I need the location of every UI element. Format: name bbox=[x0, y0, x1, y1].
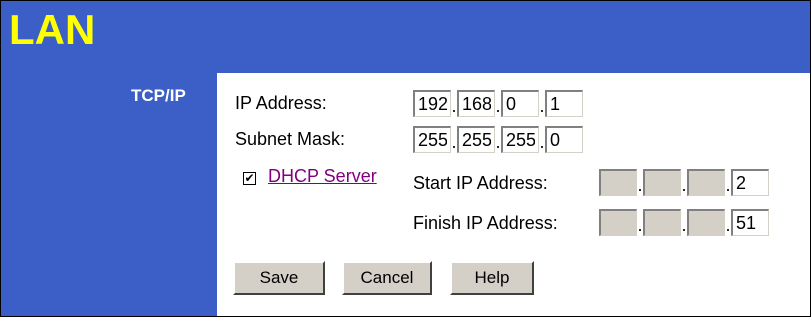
start-ip-octet-4[interactable] bbox=[731, 169, 769, 196]
mask-octet-2[interactable] bbox=[457, 126, 495, 153]
start-ip-label: Start IP Address: bbox=[413, 173, 548, 193]
dhcp-server-checkbox[interactable]: ✔ bbox=[243, 172, 256, 185]
finish-ip-octet-1 bbox=[599, 209, 637, 236]
finish-ip-octet-4[interactable] bbox=[731, 209, 769, 236]
section-label-tcpip: TCP/IP bbox=[131, 86, 186, 105]
finish-ip-label: Finish IP Address: bbox=[413, 213, 558, 233]
finish-ip-octet-3 bbox=[687, 209, 725, 236]
ip-address-label: IP Address: bbox=[235, 93, 327, 113]
ip-octet-3[interactable] bbox=[501, 90, 539, 117]
start-ip-octet-3 bbox=[687, 169, 725, 196]
ip-octet-2[interactable] bbox=[457, 90, 495, 117]
start-ip-octet-1 bbox=[599, 169, 637, 196]
mask-octet-4[interactable] bbox=[545, 126, 583, 153]
subnet-mask-field: . . . bbox=[413, 126, 583, 153]
mask-octet-1[interactable] bbox=[413, 126, 451, 153]
help-button[interactable]: Help bbox=[450, 261, 534, 295]
start-ip-field: . . . bbox=[599, 169, 769, 196]
finish-ip-octet-2 bbox=[643, 209, 681, 236]
dhcp-server-link[interactable]: DHCP Server bbox=[268, 166, 377, 187]
save-button[interactable]: Save bbox=[233, 261, 325, 295]
start-ip-octet-2 bbox=[643, 169, 681, 196]
subnet-mask-label: Subnet Mask: bbox=[235, 129, 346, 149]
finish-ip-field: . . . bbox=[599, 209, 769, 236]
cancel-button[interactable]: Cancel bbox=[342, 261, 432, 295]
ip-octet-1[interactable] bbox=[413, 90, 451, 117]
ip-address-field: . . . bbox=[413, 90, 583, 117]
mask-octet-3[interactable] bbox=[501, 126, 539, 153]
lan-settings-page: LAN TCP/IP IP Address: . . . Subnet Mask… bbox=[0, 0, 811, 317]
ip-octet-4[interactable] bbox=[545, 90, 583, 117]
settings-panel: IP Address: . . . Subnet Mask: . . . ✔ D… bbox=[217, 73, 810, 316]
page-title: LAN bbox=[9, 6, 96, 53]
